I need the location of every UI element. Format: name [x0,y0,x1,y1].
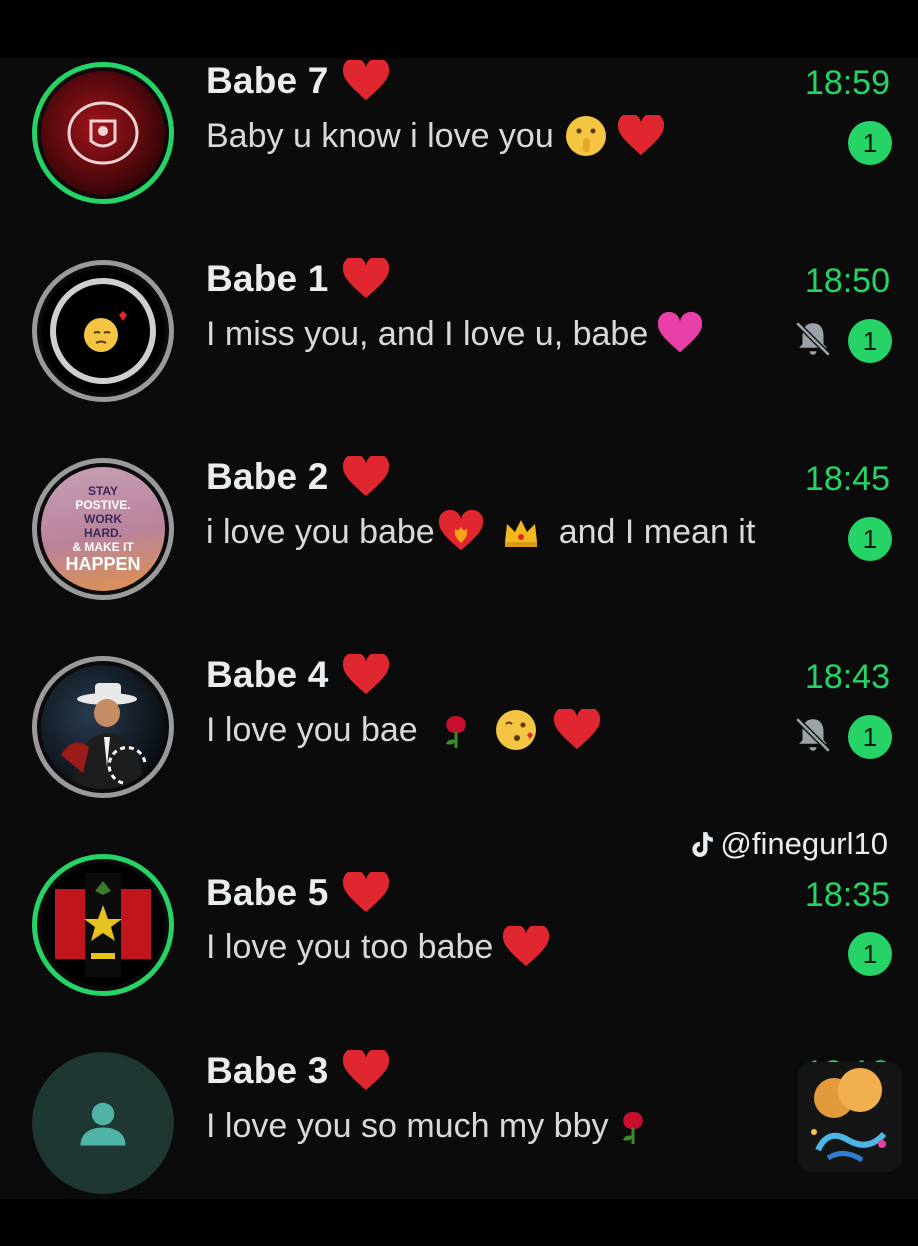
unread-badge: 1 [848,715,892,759]
man-in-hat-photo [61,683,147,789]
avatar-text: HARD. [84,525,122,540]
timestamp: 18:45 [804,460,890,498]
sticker-overlay [798,1062,902,1172]
chat-row-babe-4[interactable]: Babe 4 18:43 I love you bae 1 [0,652,918,850]
unread-badge: 1 [848,517,892,561]
red-heart-icon [342,258,389,299]
chat-row-babe-1[interactable]: Babe 1 18:50 I miss you, and I love u, b… [0,256,918,454]
avatar[interactable] [32,854,174,996]
message-preview: I miss you, and I love u, babe [206,312,703,356]
red-heart-icon [342,60,389,101]
timestamp: 18:50 [804,262,890,300]
chat-list-screen: Babe 7 18:59 Baby u know i love you 1 Ba… [0,0,918,1199]
avatar[interactable] [32,656,174,798]
pink-heart-icon [658,312,703,353]
rose-icon [622,1112,643,1144]
chat-list: Babe 7 18:59 Baby u know i love you 1 Ba… [0,58,918,1246]
unread-badge: 1 [848,932,892,976]
red-heart-icon [553,709,600,750]
timestamp: 18:59 [804,64,890,102]
avatar-text: & MAKE IT [72,539,134,554]
top-bar [0,0,918,58]
chat-row-babe-3[interactable]: Babe 3 18:18 I love you so much my bby [0,1048,918,1246]
message-preview: i love you babe and I mean it [206,510,755,554]
message-preview: I love you bae [206,708,600,752]
red-heart-icon [503,926,550,967]
red-heart-icon [342,456,389,497]
avatar[interactable] [32,62,174,204]
heart-on-fire-icon [438,510,483,551]
chat-row-babe-7[interactable]: Babe 7 18:59 Baby u know i love you 1 [0,58,918,256]
avatar-text: WORK [84,511,122,526]
rose-icon [445,716,466,748]
red-heart-icon [342,872,389,913]
message-preview: I love you too babe [206,926,550,968]
contact-name: Babe 3 [206,1050,329,1091]
balloon-sticker-icon [811,1068,887,1163]
unread-badge: 1 [848,121,892,165]
timestamp: 18:35 [804,876,890,914]
army-crest-icon [55,873,151,977]
avatar-text: STAY [87,483,118,498]
red-heart-icon [617,115,664,156]
sad-face-icon [50,278,156,384]
message-preview: I love you so much my bby [206,1104,655,1148]
avatar[interactable] [32,260,174,402]
contact-name: Babe 4 [206,654,329,695]
contact-name: Babe 5 [206,872,329,913]
tiktok-watermark: @finegurl10 [688,826,888,862]
chat-row-babe-2[interactable]: STAY POSTIVE. WORK HARD. & MAKE IT HAPPE… [0,454,918,652]
avatar[interactable]: STAY POSTIVE. WORK HARD. & MAKE IT HAPPE… [32,458,174,600]
contact-name: Babe 2 [206,456,329,497]
avatar[interactable] [32,1052,174,1194]
crown-icon [504,520,537,547]
red-heart-icon [342,1050,389,1091]
avatar-text: HAPPEN [65,553,141,574]
unread-badge: 1 [848,319,892,363]
person-icon [80,1102,126,1146]
contact-name: Babe 1 [206,258,329,299]
red-heart-icon [342,654,389,695]
chat-row-babe-5[interactable]: Babe 5 18:35 I love you too babe 1 [0,850,918,1048]
crest-icon [67,101,139,165]
timestamp: 18:43 [804,658,890,696]
tiktok-icon [692,832,714,857]
bell-slash-icon [795,717,831,753]
message-preview: Baby u know i love you [206,114,664,158]
bell-slash-icon [795,321,831,357]
kissing-face-icon [495,710,536,750]
watermark-handle: @finegurl10 [720,826,888,861]
avatar-text: POSTIVE. [75,497,131,512]
contact-name: Babe 7 [206,60,329,101]
shushing-face-icon [565,116,606,156]
